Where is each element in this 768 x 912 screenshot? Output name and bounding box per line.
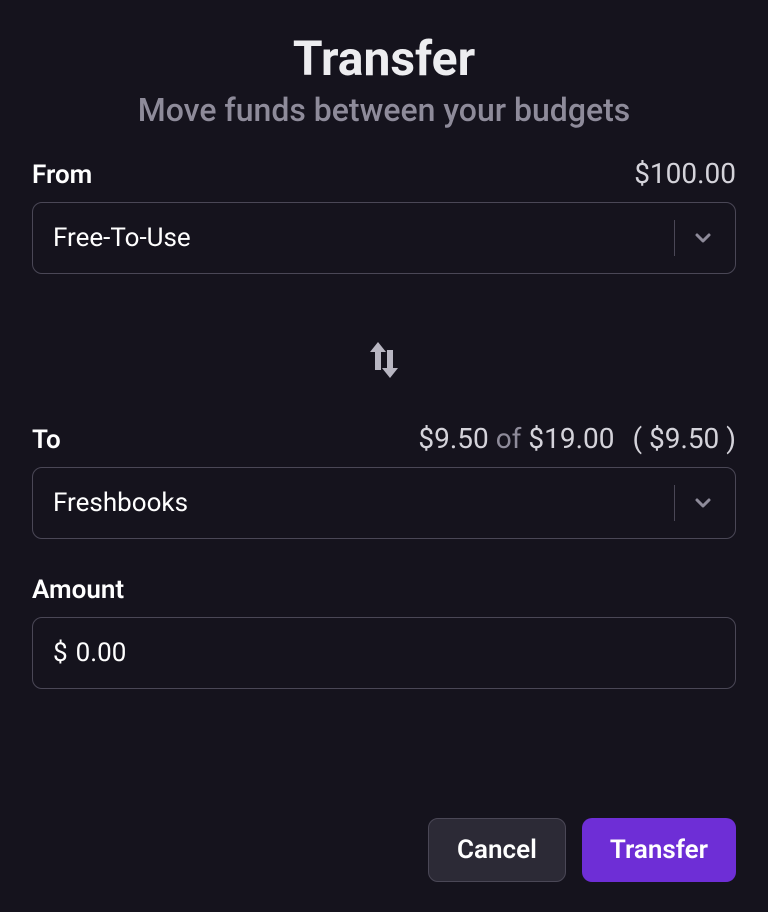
dialog-actions: Cancel Transfer — [32, 794, 736, 882]
amount-label: Amount — [32, 575, 124, 605]
to-values: $9.50 of $19.00 ( $9.50 ) — [418, 422, 736, 455]
to-label-row: To $9.50 of $19.00 ( $9.50 ) — [32, 422, 736, 455]
to-field-group: To $9.50 of $19.00 ( $9.50 ) Freshbooks — [32, 422, 736, 539]
from-field-group: From $100.00 Free-To-Use — [32, 157, 736, 274]
to-usage: $9.50 of $19.00 — [418, 422, 614, 455]
chevron-down-icon — [691, 226, 715, 250]
swap-vertical-icon[interactable] — [364, 334, 404, 386]
amount-label-row: Amount — [32, 575, 736, 605]
amount-input[interactable] — [76, 618, 715, 688]
to-of-word: of — [496, 422, 522, 455]
cancel-button[interactable]: Cancel — [428, 818, 566, 882]
dialog-subtitle: Move funds between your budgets — [32, 91, 736, 129]
transfer-button[interactable]: Transfer — [582, 818, 736, 882]
chevron-down-icon — [691, 491, 715, 515]
from-label: From — [32, 160, 92, 190]
select-divider — [674, 220, 675, 256]
from-selected-value: Free-To-Use — [53, 223, 674, 253]
to-limit: $19.00 — [528, 422, 614, 455]
to-used: $9.50 — [418, 422, 488, 455]
select-divider — [674, 485, 675, 521]
amount-input-wrapper[interactable]: $ — [32, 617, 736, 689]
dialog-title: Transfer — [32, 30, 736, 87]
to-label: To — [32, 425, 61, 455]
from-budget-select[interactable]: Free-To-Use — [32, 202, 736, 274]
swap-container — [32, 298, 736, 422]
to-budget-select[interactable]: Freshbooks — [32, 467, 736, 539]
currency-prefix: $ — [53, 638, 68, 668]
to-selected-value: Freshbooks — [53, 488, 674, 518]
to-remaining: ( $9.50 ) — [632, 422, 736, 455]
from-label-row: From $100.00 — [32, 157, 736, 190]
amount-field-group: Amount $ — [32, 575, 736, 689]
from-balance: $100.00 — [634, 157, 736, 190]
dialog-header: Transfer Move funds between your budgets — [32, 30, 736, 129]
